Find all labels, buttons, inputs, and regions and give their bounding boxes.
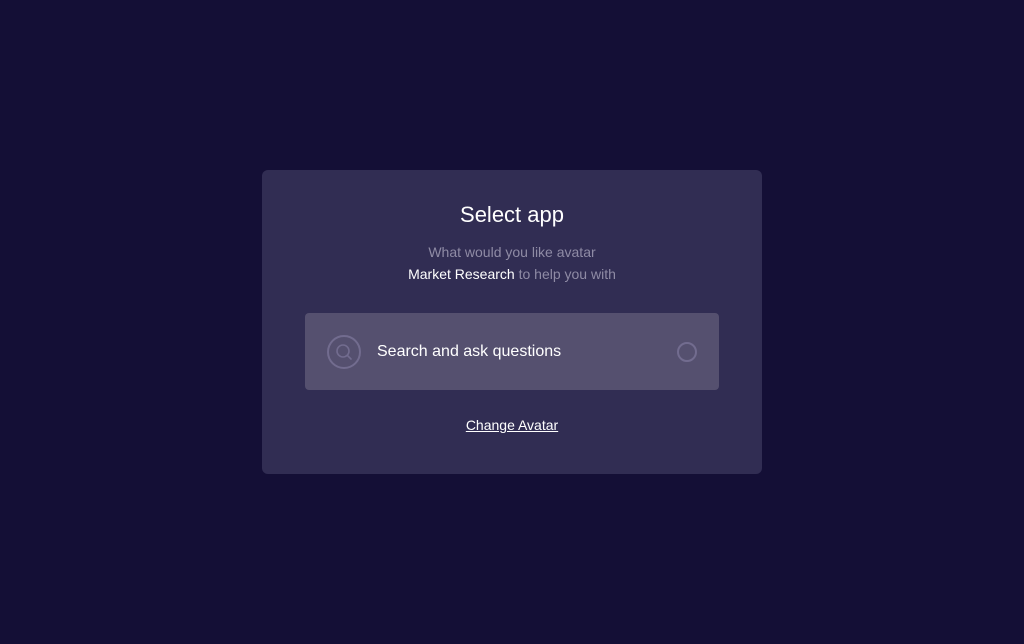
subtitle-line-2: to help you with bbox=[514, 266, 616, 282]
avatar-name: Market Research bbox=[408, 266, 515, 282]
app-option-label: Search and ask questions bbox=[377, 343, 562, 360]
subtitle-line-1: What would you like avatar bbox=[428, 244, 596, 260]
dialog-subtitle: What would you like avatar Market Resear… bbox=[0, 241, 1024, 285]
change-avatar-container: Change Avatar bbox=[0, 415, 1024, 435]
search-icon bbox=[327, 335, 361, 369]
app-option-radio[interactable] bbox=[677, 342, 697, 362]
dialog-title: Select app bbox=[460, 202, 564, 227]
app-option-search[interactable]: Search and ask questions bbox=[305, 313, 719, 390]
change-avatar-link[interactable]: Change Avatar bbox=[466, 417, 558, 433]
